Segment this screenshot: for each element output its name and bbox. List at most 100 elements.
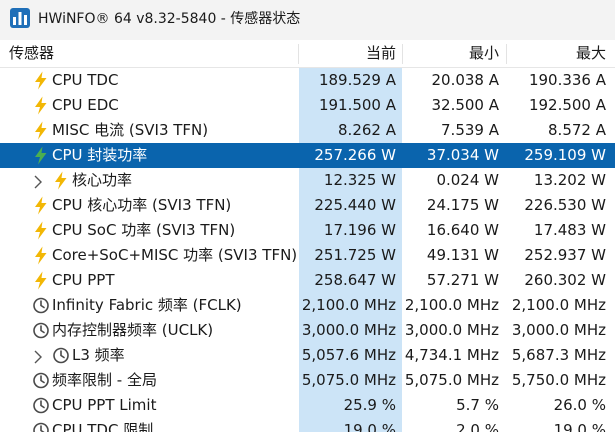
sensor-min-value: 20.038 A <box>431 71 499 89</box>
sensor-row[interactable]: CPU TDC 189.529 A 20.038 A 190.336 A <box>0 68 615 93</box>
sensor-max-value: 26.0 % <box>553 396 606 414</box>
sensor-name: CPU SoC 功率 (SVI3 TFN) <box>52 221 236 239</box>
sensor-name: 核心功率 <box>72 171 133 189</box>
sensor-current-value: 225.440 W <box>314 196 396 214</box>
sensor-min-value: 5,075.0 MHz <box>404 371 499 389</box>
sensor-row[interactable]: CPU EDC 191.500 A 32.500 A 192.500 A <box>0 93 615 118</box>
sensor-max-value: 252.937 W <box>524 246 606 264</box>
sensor-name: MISC 电流 (SVI3 TFN) <box>52 121 209 139</box>
sensor-current-value: 19.0 % <box>343 421 396 432</box>
lightning-icon <box>32 246 50 265</box>
sensor-max-value: 8.572 A <box>548 121 606 139</box>
sensor-name: 内存控制器频率 (UCLK) <box>52 321 214 339</box>
sensor-row[interactable]: Infinity Fabric 频率 (FCLK) 2,100.0 MHz 2,… <box>0 293 615 318</box>
sensor-min-value: 3,000.0 MHz <box>404 321 499 339</box>
sensor-min-value: 2,100.0 MHz <box>404 296 499 314</box>
sensor-max-value: 2,100.0 MHz <box>511 296 606 314</box>
clock-icon <box>32 421 50 432</box>
sensor-current-value: 8.262 A <box>338 121 396 139</box>
sensor-row[interactable]: CPU TDC 限制 19.0 % 2.0 % 19.0 % <box>0 418 615 432</box>
clock-icon <box>32 321 50 340</box>
sensor-min-value: 5.7 % <box>456 396 499 414</box>
sensor-min-value: 16.640 W <box>426 221 499 239</box>
sensor-current-value: 25.9 % <box>343 396 396 414</box>
sensor-name: CPU 核心功率 (SVI3 TFN) <box>52 196 232 214</box>
sensor-min-value: 0.024 W <box>436 171 499 189</box>
title-bar[interactable]: HWiNFO® 64 v8.32-5840 - 传感器状态 <box>0 0 615 40</box>
sensor-max-value: 190.336 A <box>528 71 606 89</box>
sensor-current-value: 5,075.0 MHz <box>301 371 396 389</box>
sensor-row-selected[interactable]: CPU 封装功率 257.266 W 37.034 W 259.109 W <box>0 143 615 168</box>
window-title: HWiNFO® 64 v8.32-5840 - 传感器状态 <box>38 11 301 27</box>
sensor-max-value: 192.500 A <box>528 96 606 114</box>
hwinfo-app-icon <box>9 7 31 29</box>
sensor-current-value: 2,100.0 MHz <box>301 296 396 314</box>
sensor-max-value: 19.0 % <box>553 421 606 432</box>
lightning-icon <box>32 221 50 240</box>
sensor-row[interactable]: CPU SoC 功率 (SVI3 TFN) 17.196 W 16.640 W … <box>0 218 615 243</box>
sensor-row[interactable]: L3 频率 5,057.6 MHz 4,734.1 MHz 5,687.3 MH… <box>0 343 615 368</box>
hwinfo-window: HWiNFO® 64 v8.32-5840 - 传感器状态 传感器 当前 最小 … <box>0 0 615 432</box>
column-header-sensor[interactable]: 传感器 <box>9 40 289 67</box>
sensor-max-value: 5,750.0 MHz <box>511 371 606 389</box>
sensor-name: L3 频率 <box>72 346 125 364</box>
sensor-row[interactable]: 内存控制器频率 (UCLK) 3,000.0 MHz 3,000.0 MHz 3… <box>0 318 615 343</box>
sensor-min-value: 24.175 W <box>426 196 499 214</box>
sensor-current-value: 3,000.0 MHz <box>301 321 396 339</box>
sensor-row[interactable]: 频率限制 - 全局 5,075.0 MHz 5,075.0 MHz 5,750.… <box>0 368 615 393</box>
sensor-current-value: 257.266 W <box>314 146 396 164</box>
sensor-max-value: 259.109 W <box>524 146 606 164</box>
lightning-icon <box>32 121 50 140</box>
sensor-name: CPU PPT <box>52 271 115 289</box>
sensor-row[interactable]: CPU PPT 258.647 W 57.271 W 260.302 W <box>0 268 615 293</box>
sensor-name: CPU 封装功率 <box>52 146 148 164</box>
sensor-max-value: 13.202 W <box>533 171 606 189</box>
sensor-name: CPU TDC 限制 <box>52 421 154 432</box>
sensor-min-value: 4,734.1 MHz <box>404 346 499 364</box>
sensor-current-value: 5,057.6 MHz <box>301 346 396 364</box>
sensor-row[interactable]: Core+SoC+MISC 功率 (SVI3 TFN) 251.725 W 49… <box>0 243 615 268</box>
sensor-current-value: 12.325 W <box>323 171 396 189</box>
clock-icon <box>32 296 50 315</box>
expand-chevron-icon[interactable] <box>33 174 43 189</box>
sensor-name: CPU TDC <box>52 71 119 89</box>
clock-icon <box>32 396 50 415</box>
sensor-max-value: 3,000.0 MHz <box>511 321 606 339</box>
sensor-min-value: 32.500 A <box>431 96 499 114</box>
lightning-icon <box>32 96 50 115</box>
sensor-row[interactable]: CPU PPT Limit 25.9 % 5.7 % 26.0 % <box>0 393 615 418</box>
sensor-current-value: 17.196 W <box>323 221 396 239</box>
lightning-icon <box>32 196 50 215</box>
lightning-icon <box>32 146 50 165</box>
sensor-min-value: 7.539 A <box>441 121 499 139</box>
sensor-name: CPU EDC <box>52 96 119 114</box>
sensor-max-value: 260.302 W <box>524 271 606 289</box>
expand-chevron-icon[interactable] <box>33 349 43 364</box>
column-header: 传感器 当前 最小 最大 <box>0 40 615 68</box>
sensor-min-value: 57.271 W <box>426 271 499 289</box>
sensor-max-value: 17.483 W <box>533 221 606 239</box>
sensor-name: Infinity Fabric 频率 (FCLK) <box>52 296 242 314</box>
sensor-row[interactable]: 核心功率 12.325 W 0.024 W 13.202 W <box>0 168 615 193</box>
sensor-min-value: 49.131 W <box>426 246 499 264</box>
lightning-icon <box>32 271 50 290</box>
sensor-name: CPU PPT Limit <box>52 396 157 414</box>
column-header-min[interactable]: 最小 <box>402 40 506 67</box>
sensor-max-value: 5,687.3 MHz <box>511 346 606 364</box>
sensor-name: 频率限制 - 全局 <box>52 371 157 389</box>
sensor-current-value: 251.725 W <box>314 246 396 264</box>
sensor-min-value: 2.0 % <box>456 421 499 432</box>
sensor-row[interactable]: CPU 核心功率 (SVI3 TFN) 225.440 W 24.175 W 2… <box>0 193 615 218</box>
sensor-min-value: 37.034 W <box>426 146 499 164</box>
clock-icon <box>32 371 50 390</box>
sensor-max-value: 226.530 W <box>524 196 606 214</box>
clock-icon <box>52 346 70 365</box>
sensor-current-value: 258.647 W <box>314 271 396 289</box>
sensor-current-value: 189.529 A <box>318 71 396 89</box>
lightning-icon <box>32 71 50 90</box>
column-header-current[interactable]: 当前 <box>299 40 402 67</box>
sensor-row[interactable]: MISC 电流 (SVI3 TFN) 8.262 A 7.539 A 8.572… <box>0 118 615 143</box>
sensor-current-value: 191.500 A <box>318 96 396 114</box>
column-header-max[interactable]: 最大 <box>506 40 615 67</box>
sensor-name: Core+SoC+MISC 功率 (SVI3 TFN) <box>52 246 298 264</box>
